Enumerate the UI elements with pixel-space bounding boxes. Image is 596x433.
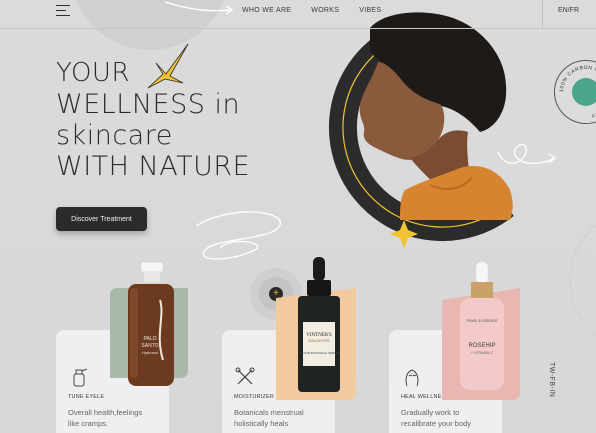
product-card-2[interactable]: MOISTURIZER Botanicals menstrual holisti… <box>222 330 335 433</box>
landing-page: WHO WE ARE WORKS VIBES EN/FR YOUR WELLNE… <box>0 0 596 433</box>
curly-arrow-right <box>497 143 556 165</box>
card-3-title: HEAL WELLNESS <box>401 394 450 400</box>
card-1-desc: Overall health,feelings like cramps. <box>68 408 143 428</box>
badge-ring-text: 100% CARBON NEUTRAL DELIVERY <box>559 65 596 119</box>
hero-line-3: skincare <box>56 120 173 151</box>
hero-line-2: WELLNESS in <box>56 89 241 120</box>
hero-heading: YOUR WELLNESS in skincare WITH NATURE <box>56 58 250 182</box>
svg-text:100% CARBON NEUTRAL DELIVERY: 100% CARBON NEUTRAL DELIVERY <box>559 65 596 119</box>
face-icon <box>405 369 419 387</box>
spray-bottle-icon <box>73 368 88 387</box>
soft-circle-right <box>569 224 596 336</box>
social-links[interactable]: TW-FB-IN <box>548 362 555 397</box>
top-divider <box>542 0 543 28</box>
top-bar: WHO WE ARE WORKS VIBES EN/FR <box>0 0 596 28</box>
add-button[interactable]: + <box>269 287 283 301</box>
carbon-neutral-badge: 100% CARBON NEUTRAL DELIVERY <box>554 60 596 124</box>
nav-works[interactable]: WORKS <box>311 7 339 14</box>
product-card-3[interactable]: HEAL WELLNESS Gradually work to recalibr… <box>389 330 502 433</box>
product-card-1[interactable]: TUNE EYELE Overall health,feelings like … <box>56 330 169 433</box>
card-2-title: MOISTURIZER <box>234 394 275 400</box>
swirl-decoration <box>195 211 281 260</box>
nav-vibes[interactable]: VIBES <box>359 7 381 14</box>
tools-cross-icon <box>235 367 255 385</box>
discover-treatment-button[interactable]: Discover Treatment <box>56 207 147 231</box>
portrait-ring <box>328 39 514 242</box>
portrait-image <box>359 12 513 220</box>
hero-line-4: WITH NATURE <box>56 151 251 182</box>
hamburger-menu-icon[interactable] <box>56 5 70 16</box>
nav-who-we-are[interactable]: WHO WE ARE <box>242 7 291 14</box>
card-1-title: TUNE EYELE <box>68 394 105 400</box>
main-nav: WHO WE ARE WORKS VIBES <box>242 7 381 14</box>
burst-lines-icon <box>341 88 363 115</box>
language-switcher[interactable]: EN/FR <box>558 7 579 14</box>
card-3-desc: Gradually work to recalibrate your body <box>401 408 472 428</box>
svg-text:PEARL & ESSENCE: PEARL & ESSENCE <box>466 319 498 323</box>
hero-line-1: YOUR <box>56 58 131 88</box>
diamond-star-icon <box>390 220 418 248</box>
top-border <box>0 28 596 29</box>
card-2-desc: Botanicals menstrual holistically heals <box>234 408 304 428</box>
